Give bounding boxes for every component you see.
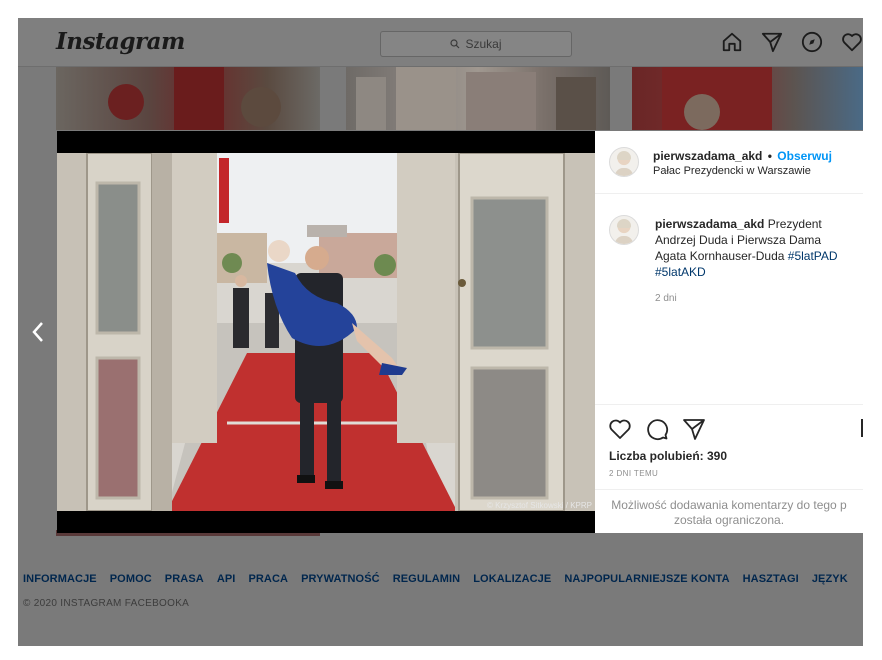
like-icon[interactable]	[608, 417, 632, 441]
footer-link-prywatnosc[interactable]: PRYWATNOŚĆ	[301, 573, 380, 585]
footer-link-regulamin[interactable]: REGULAMIN	[393, 573, 461, 585]
footer-link-hashtags[interactable]: HASZTAGI	[743, 573, 799, 585]
footer-link-prasa[interactable]: PRASA	[165, 573, 204, 585]
location-link[interactable]: Pałac Prezydencki w Warszawie	[653, 165, 811, 177]
previous-post-button[interactable]	[28, 318, 48, 346]
post-details-panel: pierwszadama_akd • Obserwuj Pałac Prezyd…	[595, 131, 863, 533]
avatar[interactable]	[609, 147, 639, 177]
search-input[interactable]: Szukaj	[380, 31, 572, 57]
caption-timestamp: 2 dni	[655, 293, 677, 304]
instagram-logo[interactable]: Instagram	[56, 28, 185, 55]
comments-disabled-notice: Możliwość dodawania komentarzy do tego p…	[595, 489, 863, 534]
grid-thumbnail[interactable]	[56, 67, 320, 130]
search-placeholder: Szukaj	[465, 37, 502, 51]
heart-icon[interactable]	[841, 31, 863, 53]
grid-thumbnail[interactable]	[346, 67, 610, 130]
username-link[interactable]: pierwszadama_akd	[653, 149, 762, 163]
footer-link-lokalizacje[interactable]: LOKALIZACJE	[473, 573, 551, 585]
footer-link-informacje[interactable]: INFORMACJE	[23, 573, 97, 585]
top-navigation-bar: Instagram Szukaj	[18, 18, 863, 67]
footer-link-language[interactable]: JĘZYK	[812, 573, 848, 585]
hashtag-link[interactable]: #5latAKD	[655, 265, 706, 279]
likes-count[interactable]: Liczba polubień: 390	[609, 449, 727, 463]
post-actions: Liczba polubień: 390 2 DNI TEMU Możliwoś…	[595, 404, 863, 534]
search-icon	[450, 39, 460, 49]
footer-link-popular-accounts[interactable]: NAJPOPULARNIEJSZE KONTA	[564, 573, 729, 585]
post-header: pierwszadama_akd • Obserwuj Pałac Prezyd…	[595, 131, 863, 194]
footer-link-praca[interactable]: PRACA	[248, 573, 288, 585]
post-caption: pierwszadama_akd Prezydent Andrzej Duda …	[655, 216, 855, 280]
home-icon[interactable]	[721, 31, 743, 53]
share-icon[interactable]	[682, 417, 706, 441]
comment-icon[interactable]	[645, 417, 669, 441]
comments-disabled-line: Możliwość dodawania komentarzy do tego p	[611, 498, 847, 512]
separator-dot: •	[767, 149, 772, 163]
chevron-left-icon	[32, 322, 43, 342]
save-icon[interactable]	[861, 419, 863, 437]
comments-disabled-line: została ograniczona.	[673, 513, 785, 527]
post-author: pierwszadama_akd • Obserwuj	[653, 149, 832, 163]
footer-link-api[interactable]: API	[217, 573, 236, 585]
footer-links: INFORMACJE POMOC PRASA API PRACA PRYWATN…	[23, 573, 848, 585]
follow-button[interactable]: Obserwuj	[777, 149, 832, 163]
caption-username[interactable]: pierwszadama_akd	[655, 217, 764, 231]
action-icons	[608, 417, 706, 441]
grid-thumbnail[interactable]	[632, 67, 863, 130]
direct-icon[interactable]	[761, 31, 783, 53]
nav-icons	[721, 31, 863, 53]
copyright: © 2020 INSTAGRAM FACEBOOKA	[23, 598, 190, 609]
post-date: 2 DNI TEMU	[609, 469, 659, 478]
explore-icon[interactable]	[801, 31, 823, 53]
footer-link-pomoc[interactable]: POMOC	[110, 573, 152, 585]
post-media-area: © Krzysztof Sitkowski / KPRP	[57, 131, 595, 533]
hashtag-link[interactable]: #5latPAD	[788, 249, 838, 263]
caption-avatar[interactable]	[609, 215, 639, 245]
photo-credit: © Krzysztof Sitkowski / KPRP	[486, 501, 592, 510]
post-photo[interactable]: © Krzysztof Sitkowski / KPRP	[57, 153, 595, 511]
page-frame: Instagram Szukaj © Krzysztof Sitkowski /…	[18, 18, 863, 646]
